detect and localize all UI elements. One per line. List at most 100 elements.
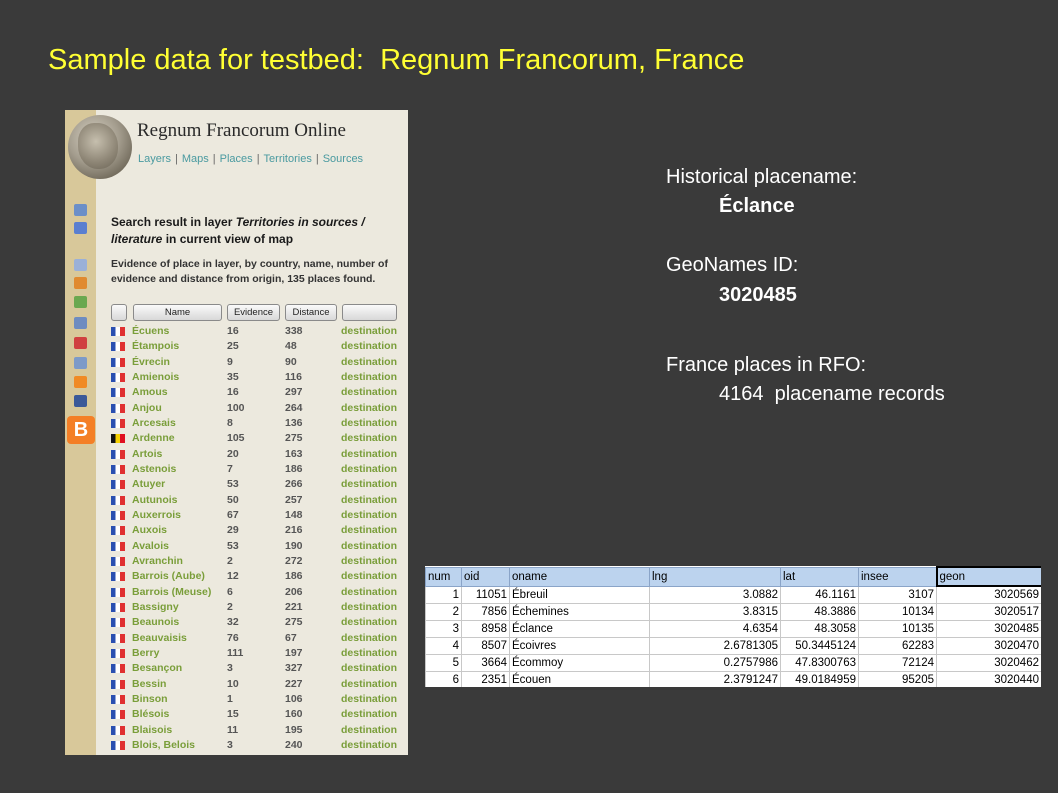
- table-cell[interactable]: 62283: [858, 637, 937, 655]
- table-cell[interactable]: 2.6781305: [649, 637, 781, 655]
- destination-link[interactable]: destination: [341, 524, 397, 536]
- table-cell[interactable]: 8958: [461, 620, 510, 638]
- place-name-link[interactable]: Autunois: [132, 494, 178, 506]
- column-header-geon[interactable]: geon: [935, 566, 1041, 587]
- nav-layers[interactable]: Layers: [138, 153, 171, 165]
- layers-icon[interactable]: [74, 259, 87, 271]
- column-header-lng[interactable]: lng: [649, 566, 781, 587]
- destination-link[interactable]: destination: [341, 478, 397, 490]
- table-cell[interactable]: Échemines: [509, 603, 650, 621]
- table-cell[interactable]: 3020569: [936, 585, 1041, 604]
- place-name-link[interactable]: Beaunois: [132, 616, 179, 628]
- table-cell[interactable]: 48.3058: [780, 620, 859, 638]
- table-cell[interactable]: 7856: [461, 603, 510, 621]
- table-cell[interactable]: 3020462: [936, 654, 1041, 672]
- place-name-link[interactable]: Écuens: [132, 325, 169, 337]
- place-name-link[interactable]: Blaisois: [132, 724, 172, 736]
- table-cell[interactable]: 47.8300763: [780, 654, 859, 672]
- place-name-link[interactable]: Barrois (Aube): [132, 570, 205, 582]
- place-name-link[interactable]: Amous: [132, 386, 168, 398]
- destination-link[interactable]: destination: [341, 601, 397, 613]
- destination-link[interactable]: destination: [341, 555, 397, 567]
- destination-link[interactable]: destination: [341, 448, 397, 460]
- select-all-checkbox[interactable]: [111, 304, 127, 321]
- calendar-icon[interactable]: [74, 337, 87, 349]
- table-cell[interactable]: 3020485: [936, 620, 1041, 638]
- place-name-link[interactable]: Évrecin: [132, 356, 170, 368]
- table-cell[interactable]: 72124: [858, 654, 937, 672]
- place-name-link[interactable]: Auxerrois: [132, 509, 181, 521]
- place-name-link[interactable]: Arcesais: [132, 417, 176, 429]
- destination-link[interactable]: destination: [341, 509, 397, 521]
- table-cell[interactable]: 5: [425, 654, 462, 672]
- destination-header-button[interactable]: [342, 304, 397, 321]
- table-cell[interactable]: 6: [425, 671, 462, 687]
- destination-link[interactable]: destination: [341, 632, 397, 644]
- destination-link[interactable]: destination: [341, 432, 397, 444]
- column-header-lat[interactable]: lat: [780, 566, 859, 587]
- place-name-link[interactable]: Bassigny: [132, 601, 179, 613]
- place-name-link[interactable]: Bessin: [132, 678, 166, 690]
- table-cell[interactable]: 3664: [461, 654, 510, 672]
- table-cell[interactable]: 95205: [858, 671, 937, 687]
- destination-link[interactable]: destination: [341, 647, 397, 659]
- destination-link[interactable]: destination: [341, 739, 397, 751]
- destination-link[interactable]: destination: [341, 417, 397, 429]
- sort-evidence-button[interactable]: Evidence: [227, 304, 280, 321]
- destination-link[interactable]: destination: [341, 540, 397, 552]
- place-name-link[interactable]: Avalois: [132, 540, 169, 552]
- table-cell[interactable]: 10134: [858, 603, 937, 621]
- sort-name-button[interactable]: Name: [133, 304, 222, 321]
- place-name-link[interactable]: Blésois: [132, 708, 169, 720]
- place-name-link[interactable]: Berry: [132, 647, 159, 659]
- table-cell[interactable]: 2351: [461, 671, 510, 687]
- destination-link[interactable]: destination: [341, 340, 397, 352]
- table-cell[interactable]: Écoivres: [509, 637, 650, 655]
- place-name-link[interactable]: Blois, Belois: [132, 739, 195, 751]
- place-name-link[interactable]: Atuyer: [132, 478, 165, 490]
- nav-places[interactable]: Places: [220, 153, 253, 165]
- tools-icon[interactable]: [74, 277, 87, 289]
- place-name-link[interactable]: Étampois: [132, 340, 179, 352]
- destination-link[interactable]: destination: [341, 586, 397, 598]
- destination-link[interactable]: destination: [341, 402, 397, 414]
- table-cell[interactable]: 8507: [461, 637, 510, 655]
- facebook-icon[interactable]: [74, 395, 87, 407]
- blogger-icon[interactable]: B: [67, 416, 95, 444]
- rss-icon[interactable]: [74, 376, 87, 388]
- column-header-num[interactable]: num: [425, 566, 462, 587]
- place-name-link[interactable]: Astenois: [132, 463, 176, 475]
- table-cell[interactable]: 3.8315: [649, 603, 781, 621]
- table-cell[interactable]: 3020517: [936, 603, 1041, 621]
- place-name-link[interactable]: Besançon: [132, 662, 182, 674]
- column-header-oname[interactable]: oname: [509, 566, 650, 587]
- table-cell[interactable]: 4.6354: [649, 620, 781, 638]
- destination-link[interactable]: destination: [341, 693, 397, 705]
- column-header-oid[interactable]: oid: [461, 566, 510, 587]
- destination-link[interactable]: destination: [341, 678, 397, 690]
- column-header-insee[interactable]: insee: [858, 566, 937, 587]
- table-cell[interactable]: 3020440: [936, 671, 1041, 687]
- table-cell[interactable]: 48.3886: [780, 603, 859, 621]
- zoom-icon[interactable]: [74, 222, 87, 234]
- table-cell[interactable]: 46.1161: [780, 585, 859, 604]
- table-cell[interactable]: 2.3791247: [649, 671, 781, 687]
- destination-link[interactable]: destination: [341, 386, 397, 398]
- place-name-link[interactable]: Barrois (Meuse): [132, 586, 211, 598]
- place-name-link[interactable]: Ardenne: [132, 432, 175, 444]
- puzzle-icon[interactable]: [74, 296, 87, 308]
- table-cell[interactable]: 0.2757986: [649, 654, 781, 672]
- place-name-link[interactable]: Binson: [132, 693, 168, 705]
- place-name-link[interactable]: Auxois: [132, 524, 167, 536]
- table-cell[interactable]: Éclance: [509, 620, 650, 638]
- destination-link[interactable]: destination: [341, 325, 397, 337]
- sort-distance-button[interactable]: Distance: [285, 304, 337, 321]
- destination-link[interactable]: destination: [341, 616, 397, 628]
- table-cell[interactable]: Ébreuil: [509, 585, 650, 604]
- table-cell[interactable]: 3107: [858, 585, 937, 604]
- place-name-link[interactable]: Anjou: [132, 402, 162, 414]
- place-name-link[interactable]: Artois: [132, 448, 162, 460]
- destination-link[interactable]: destination: [341, 708, 397, 720]
- table-cell[interactable]: 3: [425, 620, 462, 638]
- table-cell[interactable]: 1: [425, 585, 462, 604]
